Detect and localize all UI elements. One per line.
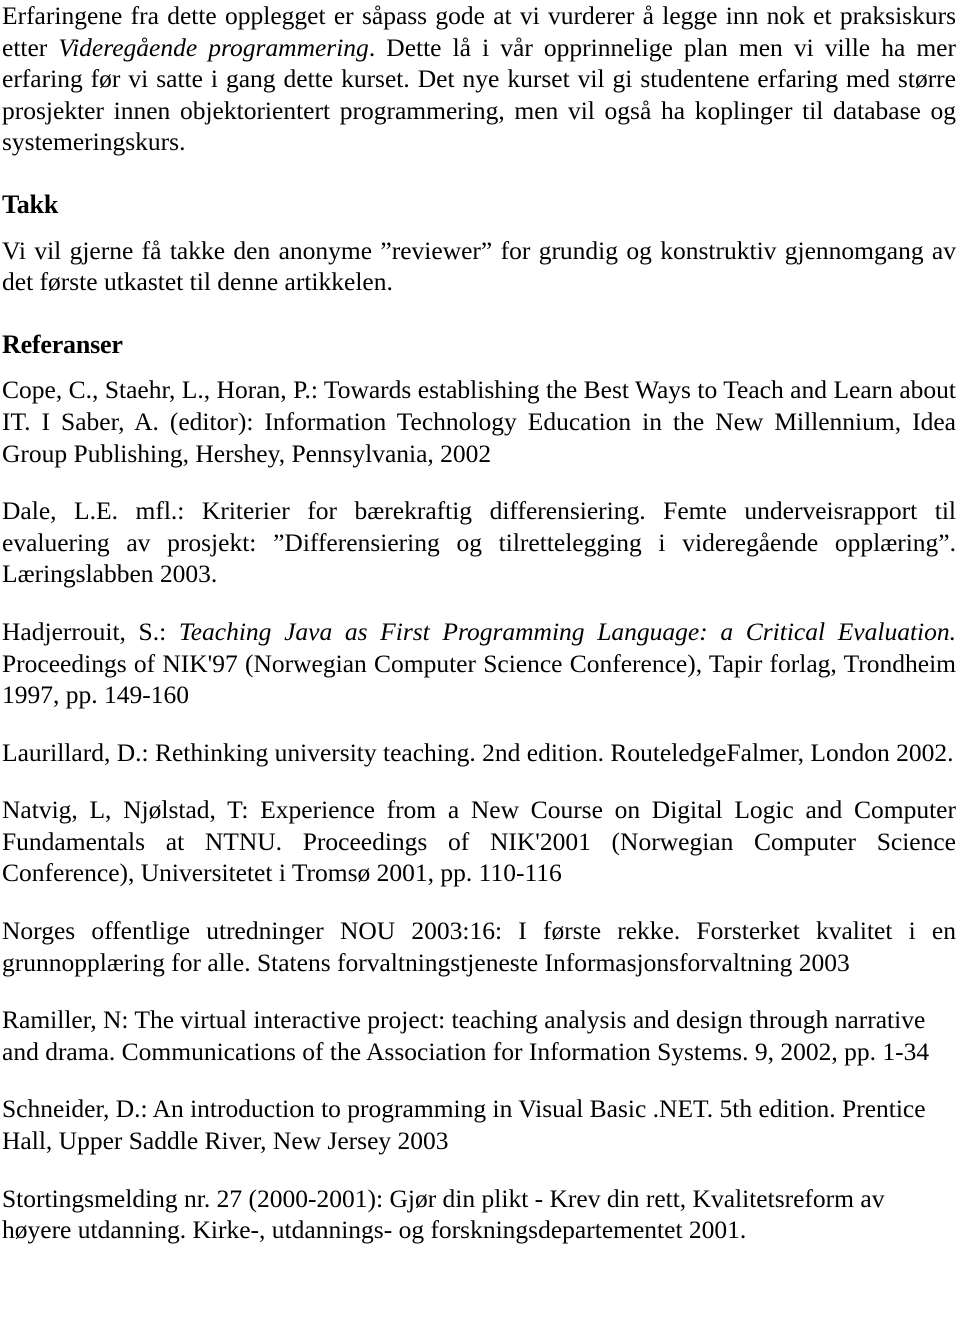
reference-entry-schneider: Schneider, D.: An introduction to progra… <box>2 1094 926 1156</box>
reference-entry-cope: Cope, C., Staehr, L., Horan, P.: Towards… <box>2 375 956 468</box>
hadjerrouit-title: Teaching Java as First Programming Langu… <box>178 616 956 646</box>
reference-entry-nou: Norges offentlige utredninger NOU 2003:1… <box>2 916 956 977</box>
reference-entry-dale: Dale, L.E. mfl.: Kriterier for bærekraft… <box>2 496 956 589</box>
reference-entry-stortingsmelding: Stortingsmelding nr. 27 (2000-2001): Gjø… <box>2 1183 885 1245</box>
hadjerrouit-suffix: Proceedings of NIK'97 (Norwegian Compute… <box>2 648 956 710</box>
section-heading-takk: Takk <box>2 189 59 219</box>
acknowledgements-paragraph: Vi vil gjerne få takke den anonyme ”revi… <box>2 235 956 297</box>
reference-entry-laurillard: Laurillard, D.: Rethinking university te… <box>2 737 954 767</box>
text-column: Erfaringene fra dette opplegget er såpas… <box>2 0 956 1246</box>
section-heading-referanser: Referanser <box>2 329 123 359</box>
intro-emphasis-course-title: Videregående programmering <box>58 32 369 62</box>
reference-entry-ramiller: Ramiller, N: The virtual interactive pro… <box>2 1005 930 1066</box>
document-page: Erfaringene fra dette opplegget er såpas… <box>0 0 960 1332</box>
reference-entry-natvig: Natvig, L, Njølstad, T: Experience from … <box>2 795 956 888</box>
intro-paragraph: Erfaringene fra dette opplegget er såpas… <box>2 0 956 158</box>
reference-entry-hadjerrouit: Hadjerrouit, S.: Teaching Java as First … <box>2 616 956 711</box>
hadjerrouit-prefix: Hadjerrouit, S.: <box>2 616 179 646</box>
